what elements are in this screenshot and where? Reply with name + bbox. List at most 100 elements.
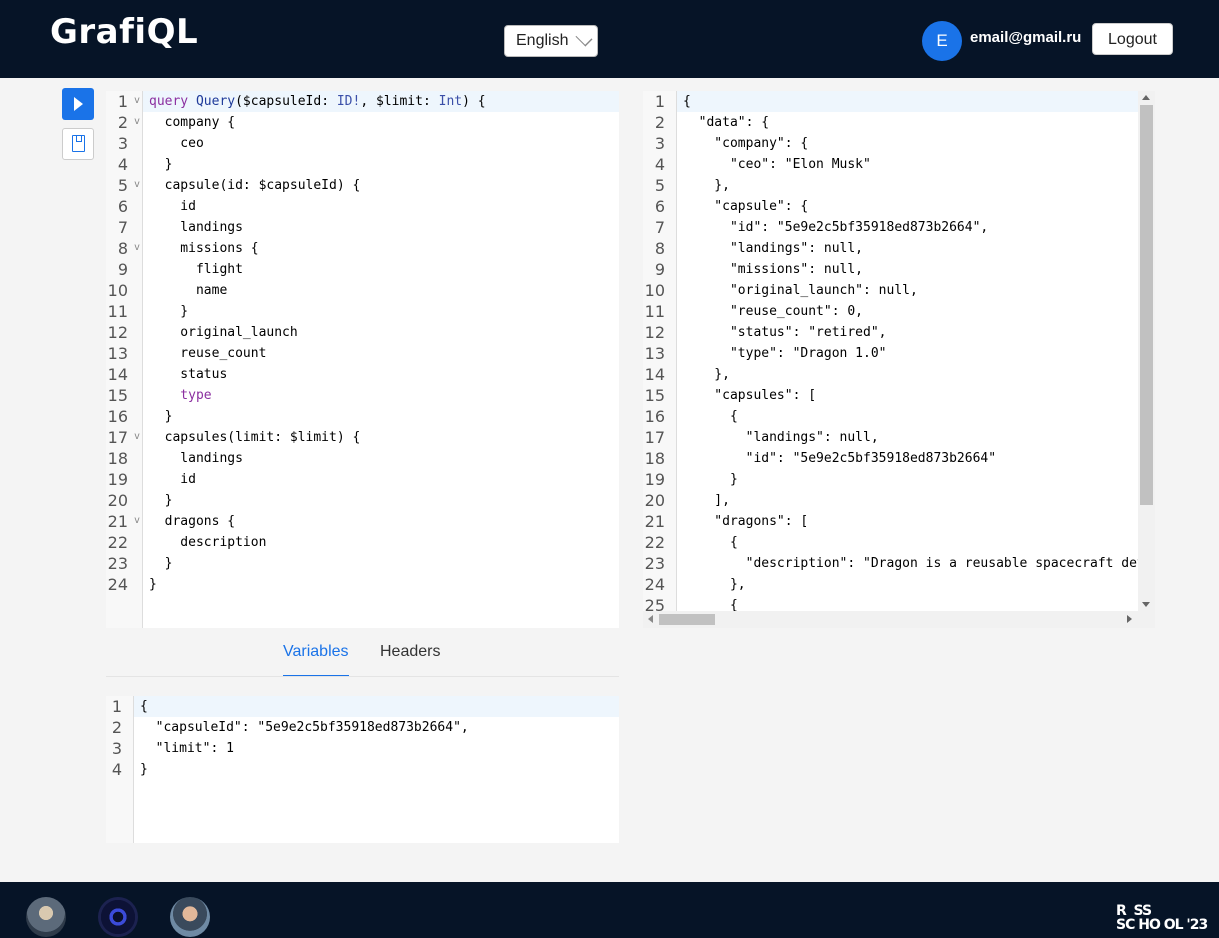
line-number: 3 — [654, 134, 665, 153]
scroll-left-arrow-icon[interactable] — [648, 615, 653, 623]
line-number: 9 — [654, 260, 665, 279]
rs-school-logo-line1: R SS — [1116, 903, 1152, 919]
code-line: "limit": 1 — [140, 741, 234, 756]
rs-school-logo-line2: SC HO OL '23 — [1116, 917, 1208, 933]
line-number: 21 — [644, 512, 665, 531]
code-line: "missions": null, — [683, 262, 864, 277]
code-line: "landings": null, — [683, 241, 864, 256]
line-number: 7 — [654, 218, 665, 237]
line-number: 20 — [644, 491, 665, 510]
line-number: 23 — [644, 554, 665, 573]
code-line: type — [149, 388, 212, 403]
scroll-down-arrow-icon[interactable] — [1142, 602, 1150, 607]
code-line: landings — [149, 451, 243, 466]
scrollbar-thumb[interactable] — [1140, 105, 1153, 505]
code-line: } — [149, 304, 189, 319]
user-avatar[interactable]: E — [922, 21, 962, 61]
line-number: 14 — [107, 365, 128, 384]
line-number: 6 — [654, 197, 665, 216]
line-number: 10 — [107, 281, 128, 300]
run-query-button[interactable] — [62, 88, 94, 120]
code-line: "capsule": { — [683, 199, 809, 214]
scroll-up-arrow-icon[interactable] — [1142, 95, 1150, 100]
language-select[interactable]: English — [504, 25, 598, 57]
line-number: 2 — [654, 113, 665, 132]
app-logo[interactable]: GrafiQL — [50, 12, 198, 52]
code-line: id — [149, 472, 196, 487]
result-viewer[interactable]: 1 {2 "data": {3 "company": {4 "ceo": "Elo… — [643, 91, 1155, 628]
author-avatar-2[interactable] — [98, 897, 138, 937]
code-line: capsules(limit: $limit) { — [149, 430, 361, 445]
code-line: } — [149, 493, 173, 508]
code-line: "landings": null, — [683, 430, 879, 445]
code-line: ceo — [149, 136, 204, 151]
code-line: capsule(id: $capsuleId) { — [149, 178, 361, 193]
play-icon — [74, 97, 83, 111]
code-line: "data": { — [683, 115, 770, 130]
line-number: 1 — [111, 697, 122, 716]
code-line: { — [683, 535, 738, 550]
fold-toggle-icon[interactable]: v — [134, 515, 140, 526]
code-line: "reuse_count": 0, — [683, 304, 864, 319]
code-line: "description": "Dragon is a reusable spa… — [683, 556, 1155, 571]
docs-button[interactable] — [62, 128, 94, 160]
line-number: 13 — [107, 344, 128, 363]
line-number: 11 — [644, 302, 665, 321]
tab-variables[interactable]: Variables — [283, 643, 349, 677]
rs-school-logo[interactable]: R SS SC HO OL '23 — [1116, 903, 1208, 933]
code-line: status — [149, 367, 228, 382]
line-number: 10 — [644, 281, 665, 300]
code-line: "capsules": [ — [683, 388, 817, 403]
fold-toggle-icon[interactable]: v — [134, 116, 140, 127]
line-number: 7 — [117, 218, 128, 237]
line-number: 4 — [654, 155, 665, 174]
fold-toggle-icon[interactable]: v — [134, 95, 140, 106]
line-number: 17 — [107, 428, 128, 447]
active-line-highlight — [677, 91, 1138, 112]
code-line: id — [149, 199, 196, 214]
logout-button[interactable]: Logout — [1092, 23, 1173, 55]
line-number: 23 — [107, 554, 128, 573]
code-line: }, — [683, 178, 730, 193]
variables-editor[interactable]: 1 {2 "capsuleId": "5e9e2c5bf35918ed873b26… — [106, 696, 619, 843]
code-line: description — [149, 535, 267, 550]
line-number: 4 — [111, 760, 122, 779]
code-line: "company": { — [683, 136, 809, 151]
result-horizontal-scrollbar[interactable] — [643, 611, 1155, 628]
line-number: 18 — [107, 449, 128, 468]
line-number: 11 — [107, 302, 128, 321]
line-number: 24 — [107, 575, 128, 594]
fold-toggle-icon[interactable]: v — [134, 431, 140, 442]
line-number: 1 — [654, 92, 665, 111]
line-number: 8 — [117, 239, 128, 258]
query-editor[interactable]: 1 v query Query($capsuleId: ID!, $limit: I… — [106, 91, 619, 628]
line-number: 5 — [654, 176, 665, 195]
code-line: "status": "retired", — [683, 325, 887, 340]
code-line: dragons { — [149, 514, 236, 529]
author-avatar-3[interactable] — [170, 897, 210, 937]
line-number: 22 — [107, 533, 128, 552]
scrollbar-thumb[interactable] — [659, 614, 715, 625]
line-number: 3 — [117, 134, 128, 153]
fold-toggle-icon[interactable]: v — [134, 242, 140, 253]
code-line: } — [140, 762, 148, 777]
line-number: 13 — [644, 344, 665, 363]
line-number: 21 — [107, 512, 128, 531]
line-number: 16 — [644, 407, 665, 426]
code-line: "type": "Dragon 1.0" — [683, 346, 887, 361]
code-line: } — [149, 556, 173, 571]
code-line: "id": "5e9e2c5bf35918ed873b2664", — [683, 220, 989, 235]
line-number: 15 — [107, 386, 128, 405]
author-avatar-1[interactable] — [26, 897, 66, 937]
tab-headers[interactable]: Headers — [380, 643, 440, 677]
scroll-right-arrow-icon[interactable] — [1127, 615, 1132, 623]
line-number: 9 — [117, 260, 128, 279]
line-number: 18 — [644, 449, 665, 468]
line-number: 19 — [644, 470, 665, 489]
code-line: } — [149, 157, 173, 172]
line-number: 2 — [111, 718, 122, 737]
result-vertical-scrollbar[interactable] — [1138, 91, 1155, 611]
code-line: "capsuleId": "5e9e2c5bf35918ed873b2664", — [140, 720, 469, 735]
line-number: 8 — [654, 239, 665, 258]
fold-toggle-icon[interactable]: v — [134, 179, 140, 190]
